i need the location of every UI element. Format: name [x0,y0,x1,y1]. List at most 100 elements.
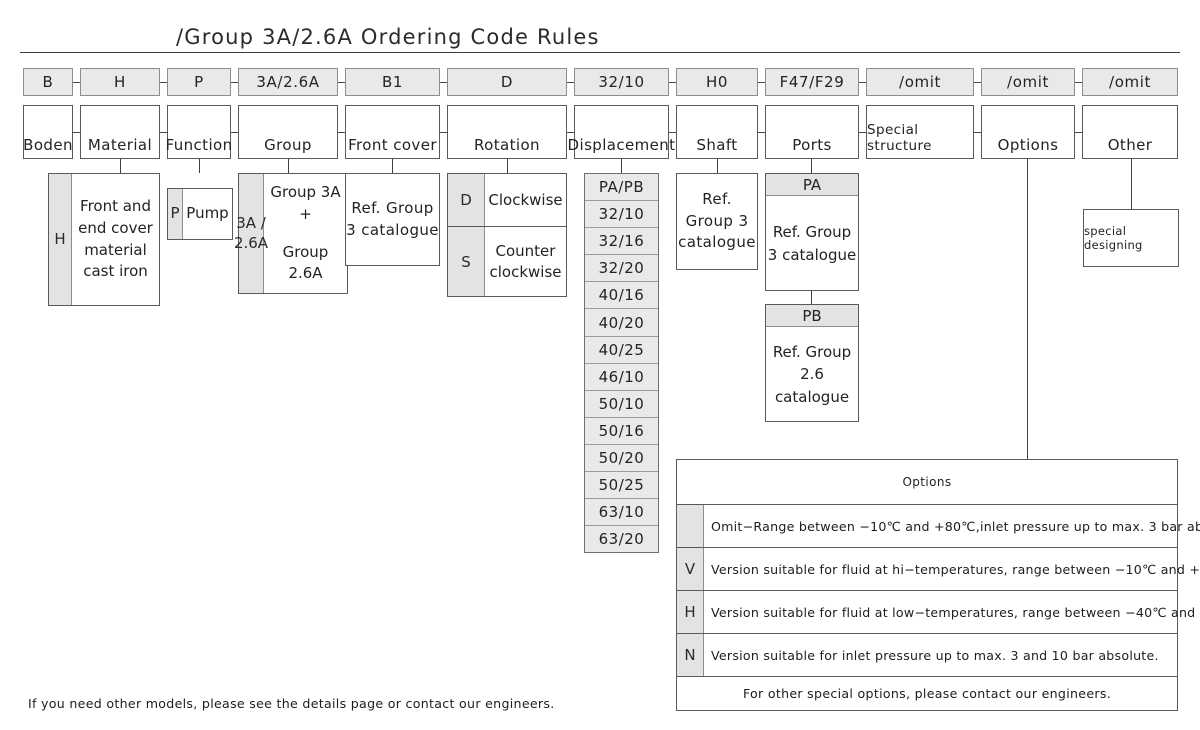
material-code: H [49,174,72,305]
connector-label-6 [567,132,574,133]
code-box-rotation[interactable]: D [447,68,567,96]
options-row-code: V [677,548,704,590]
footnote: If you need other models, please see the… [28,696,555,711]
code-box-options[interactable]: /omit [981,68,1075,96]
displacement-item[interactable]: 40/16 [585,282,658,310]
port-card-pa: PA Ref. Group 3 catalogue [765,173,859,291]
label-box-options: Options [981,105,1075,159]
options-row-text: Version suitable for fluid at low−temper… [711,604,1200,620]
connector-pa-pb [811,291,812,304]
connector-code-4 [338,82,345,83]
port-code-pa: PA [766,174,858,196]
front-cover-detail: Ref. Group 3 catalogue [345,173,440,266]
page-title: /Group 3A/2.6A Ordering Code Rules [176,25,600,49]
code-box-ports[interactable]: F47/F29 [765,68,859,96]
displacement-item[interactable]: 63/10 [585,499,658,527]
options-table-header: Options [677,460,1177,505]
displacement-item[interactable]: 50/25 [585,472,658,500]
function-detail: P Pump [167,188,233,240]
group-line-3: Group 2.6A [282,242,329,283]
group-detail: 3A / 2.6A Group 3A + Group 2.6A [234,173,348,294]
label-box-front-cover: Front cover [345,105,440,159]
label-box-material: Material [80,105,160,159]
code-box-function[interactable]: P [167,68,231,96]
drop-front-cover [392,159,393,173]
rotation-code-s: S [448,227,485,296]
material-description: Front and end cover material cast iron [78,197,153,281]
connector-label-3 [231,132,238,133]
options-table-rows: Omit−Range between −10℃ and +80℃,inlet p… [677,505,1200,677]
code-box-boden[interactable]: B [23,68,73,96]
drop-function [199,159,200,173]
function-description: Pump [186,204,229,223]
drop-shaft [717,159,718,173]
drop-rotation [507,159,508,173]
displacement-item[interactable]: 32/16 [585,228,658,256]
drop-ports [811,159,812,173]
shaft-detail: Ref. Group 3 catalogue [676,173,758,270]
rotation-detail: D Clockwise S Counter clockwise [447,173,567,297]
displacement-item[interactable]: 40/25 [585,337,658,364]
displacement-item[interactable]: 40/20 [585,309,658,337]
displacement-item[interactable]: 63/20 [585,526,658,552]
connector-code-5 [440,82,447,83]
connector-label-4 [338,132,345,133]
displacement-item[interactable]: 32/10 [585,201,658,229]
code-box-special-structure[interactable]: /omit [866,68,974,96]
drop-group [288,159,289,173]
connector-code-6 [567,82,574,83]
label-box-displacement: Displacement [568,105,675,159]
drop-displacement [621,159,622,173]
rotation-code-d: D [448,174,485,226]
port-code-pb: PB [766,305,858,327]
connector-code-9 [859,82,866,83]
code-box-material[interactable]: H [80,68,160,96]
function-code: P [168,189,183,239]
options-row-code: N [677,634,704,676]
options-table-row: H Version suitable for fluid at low−tempe… [677,591,1200,634]
displacement-header: PA/PB [585,174,658,202]
code-box-group[interactable]: 3A/2.6A [238,68,338,96]
displacement-item[interactable]: 50/10 [585,391,658,418]
port-description-pa: Ref. Group 3 catalogue [767,223,857,264]
code-box-shaft[interactable]: H0 [676,68,758,96]
code-box-front-cover[interactable]: B1 [345,68,440,96]
drop-options [1027,159,1028,459]
connector-code-10 [974,82,981,83]
other-detail: special designing [1083,209,1179,267]
options-row-code: H [677,591,704,633]
displacement-item[interactable]: 50/16 [585,418,658,445]
code-box-other[interactable]: /omit [1082,68,1178,96]
label-box-shaft: Shaft [676,105,758,159]
group-description: Group 3A + Group 2.6A [264,174,347,293]
connector-code-7 [669,82,676,83]
label-box-ports: Ports [765,105,859,159]
label-box-group: Group [238,105,338,159]
rotation-row-counter-clockwise: S Counter clockwise [448,227,566,296]
connector-label-2 [160,132,167,133]
rotation-row-clockwise: D Clockwise [448,174,566,227]
options-table-footer: For other special options, please contac… [742,686,1112,701]
displacement-item[interactable]: 32/20 [585,255,658,283]
connector-code-1 [73,82,80,83]
label-box-rotation: Rotation [447,105,567,159]
title-underline [20,52,1180,53]
displacement-stack: PA/PB 32/10 32/16 32/20 40/16 40/20 40/25 46/1… [584,173,659,554]
options-table-row: N Version suitable for inlet pressure up … [677,634,1177,677]
label-box-special-structure: Special structure [866,105,974,159]
displacement-item[interactable]: 46/10 [585,364,658,391]
label-box-other: Other [1082,105,1178,159]
connector-label-5 [440,132,447,133]
options-table-row: Omit−Range between −10℃ and +80℃,inlet p… [677,505,1200,548]
code-box-displacement[interactable]: 32/10 [574,68,669,96]
displacement-item[interactable]: 50/20 [585,445,658,473]
options-row-text: Omit−Range between −10℃ and +80℃,inlet p… [711,518,1200,534]
group-code: 3A / 2.6A [234,174,268,293]
options-row-text: Version suitable for inlet pressure up t… [711,647,1159,663]
ordering-code-diagram: /Group 3A/2.6A Ordering Code Rules B H P… [0,0,1200,730]
options-table-row: V Version suitable for fluid at hi−temper… [677,548,1200,591]
connector-label-9 [859,132,866,133]
group-line-2: + [299,204,312,223]
connector-code-8 [758,82,765,83]
port-description-pb: Ref. Group 2.6 catalogue [772,342,852,406]
